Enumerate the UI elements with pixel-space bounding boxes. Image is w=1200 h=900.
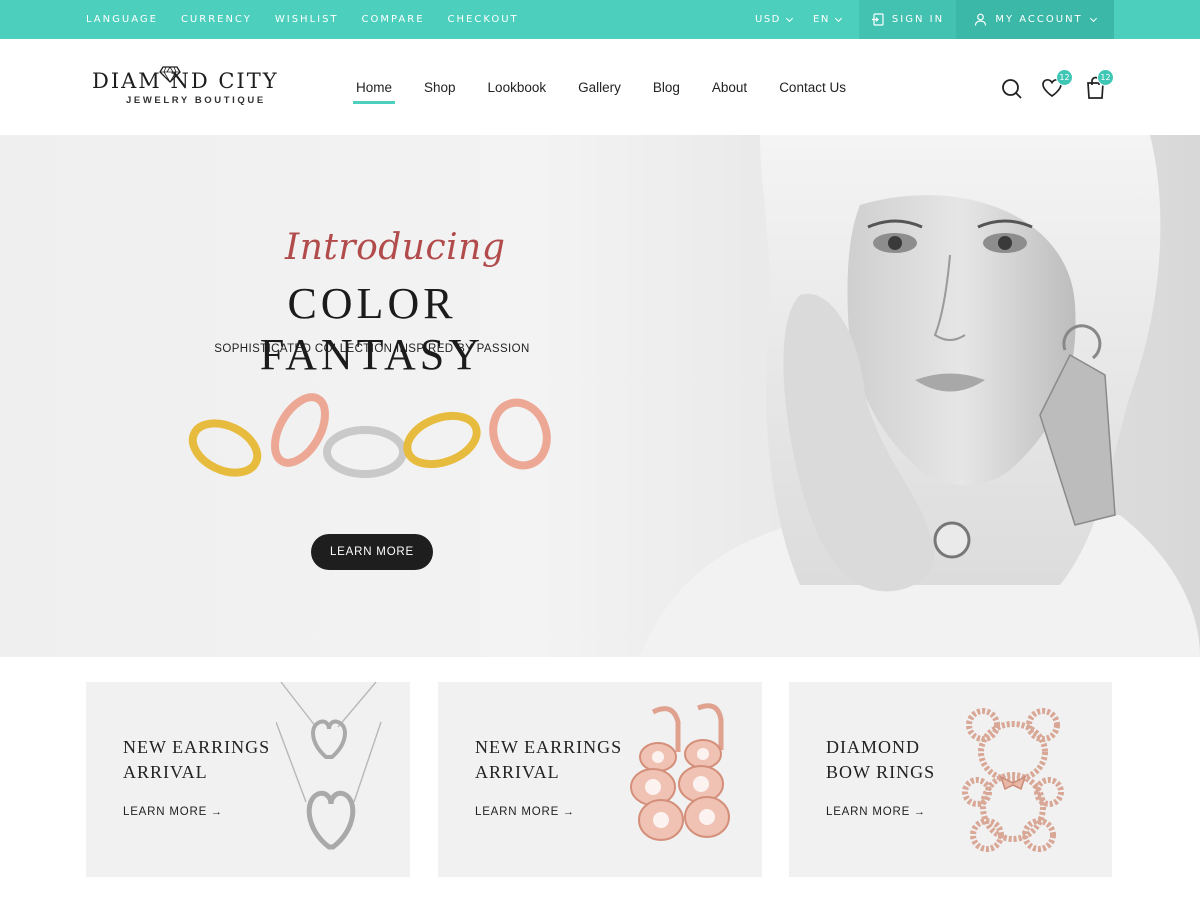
diamond-icon <box>159 66 181 83</box>
learn-more-label: LEARN MORE <box>123 806 208 818</box>
top-links: LANGUAGE CURRENCY WISHLIST COMPARE CHECK… <box>86 0 542 39</box>
logo-tagline: JEWELRY BOUTIQUE <box>126 95 266 106</box>
cart-count-badge: 12 <box>1097 69 1114 86</box>
promo-card-title-line-1: NEW EARRINGS <box>123 737 271 757</box>
nav-lookbook[interactable]: Lookbook <box>488 80 547 95</box>
language-value: EN <box>813 14 830 25</box>
arrow-right-icon: → <box>563 806 575 818</box>
promo-card-earrings-1[interactable]: NEW EARRINGS ARRIVAL LEARN MORE → <box>86 682 410 877</box>
top-link-wishlist[interactable]: WISHLIST <box>275 14 339 25</box>
language-select[interactable]: EN <box>813 0 842 39</box>
arrow-right-icon: → <box>914 806 926 818</box>
promo-card-bow-rings[interactable]: DIAMOND BOW RINGS LEARN MORE → <box>789 682 1112 877</box>
hero-subtitle: SOPHISTICATED COLLECTION INSPIRED BY PAS… <box>214 343 530 355</box>
logo-name: DIAM ND CITY <box>92 66 292 93</box>
promo-card-earrings-2[interactable]: NEW EARRINGS ARRIVAL LEARN MORE → <box>438 682 762 877</box>
top-link-currency[interactable]: CURRENCY <box>181 14 252 25</box>
site-header: DIAM ND CITY JEWELRY BOUTIQUE Home Shop … <box>0 39 1200 135</box>
learn-more-label: LEARN MORE <box>826 806 911 818</box>
top-bar: LANGUAGE CURRENCY WISHLIST COMPARE CHECK… <box>0 0 1200 39</box>
promo-card-title-line-2: ARRIVAL <box>123 762 208 782</box>
teddy-bear-brooch-image <box>962 708 1064 852</box>
currency-value: USD <box>755 14 781 25</box>
hero-intro-script: Introducing <box>285 227 506 268</box>
promo-card-title-line-2: BOW RINGS <box>826 762 936 782</box>
logo-wordmark: DIAM ND CITY <box>92 69 279 93</box>
sign-in-button[interactable]: SIGN IN <box>859 0 956 39</box>
hero-learn-more-button[interactable]: LEARN MORE <box>311 534 433 570</box>
promo-card-title-line-2: ARRIVAL <box>475 762 560 782</box>
sign-in-icon <box>871 13 884 26</box>
chevron-down-icon <box>834 14 842 22</box>
learn-more-label: LEARN MORE <box>475 806 560 818</box>
chevron-down-icon <box>785 14 793 22</box>
promo-card-learn-more-link[interactable]: LEARN MORE → <box>123 806 223 818</box>
cart-button[interactable]: 12 <box>1086 69 1114 104</box>
promo-card-title-line-1: NEW EARRINGS <box>475 737 623 757</box>
promo-card-title: DIAMOND BOW RINGS <box>826 735 935 785</box>
main-nav: Home Shop Lookbook Gallery Blog About Co… <box>340 39 862 135</box>
nav-home[interactable]: Home <box>352 80 396 104</box>
wishlist-count-badge: 12 <box>1056 69 1073 86</box>
top-link-checkout[interactable]: CHECKOUT <box>448 14 519 25</box>
nav-about[interactable]: About <box>712 80 747 95</box>
wishlist-button[interactable]: 12 <box>1041 69 1073 102</box>
promo-card-title: NEW EARRINGS ARRIVAL <box>123 735 270 785</box>
promo-card-learn-more-link[interactable]: LEARN MORE → <box>475 806 575 818</box>
top-link-language[interactable]: LANGUAGE <box>86 14 158 25</box>
sign-in-label: SIGN IN <box>891 14 945 25</box>
user-icon <box>974 13 987 26</box>
rose-gold-earrings-image <box>630 703 730 841</box>
promo-card-title: NEW EARRINGS ARRIVAL <box>475 735 622 785</box>
hero-title: COLOR FANTASY <box>259 279 485 379</box>
heart-necklace-image <box>276 682 382 850</box>
nav-shop[interactable]: Shop <box>424 80 456 95</box>
logo[interactable]: DIAM ND CITY JEWELRY BOUTIQUE <box>92 66 292 106</box>
nav-blog[interactable]: Blog <box>653 80 680 95</box>
chevron-down-icon <box>1089 14 1097 22</box>
top-link-compare[interactable]: COMPARE <box>362 14 425 25</box>
promo-card-learn-more-link[interactable]: LEARN MORE → <box>826 806 926 818</box>
currency-select[interactable]: USD <box>755 0 793 39</box>
nav-contact-us[interactable]: Contact Us <box>779 80 846 95</box>
search-button[interactable] <box>1001 78 1023 104</box>
nav-gallery[interactable]: Gallery <box>578 80 621 95</box>
search-icon <box>1002 79 1022 99</box>
rings-product-image <box>188 393 551 478</box>
arrow-right-icon: → <box>211 806 223 818</box>
my-account-label: MY ACCOUNT <box>995 14 1083 25</box>
my-account-menu[interactable]: MY ACCOUNT <box>956 0 1114 39</box>
promo-card-title-line-1: DIAMOND <box>826 737 920 757</box>
hero-banner: Introducing COLOR FANTASY SOPHISTICATED … <box>0 135 1200 657</box>
